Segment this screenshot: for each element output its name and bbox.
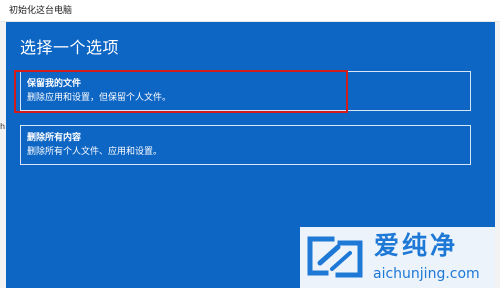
option-remove-everything[interactable]: 删除所有内容 删除所有个人文件、应用和设置。	[20, 125, 471, 165]
watermark-url: aichunjing.com	[373, 266, 480, 282]
window-titlebar: 初始化这台电脑	[0, 0, 500, 22]
option-description: 删除所有个人文件、应用和设置。	[27, 147, 163, 157]
watermark-site-name: 爱纯净	[374, 231, 459, 260]
aichunjing-logo-icon	[307, 236, 363, 278]
option-keep-my-files[interactable]: 保留我的文件 删除应用和设置，但保留个人文件。	[20, 71, 471, 111]
option-description: 删除应用和设置，但保留个人文件。	[27, 93, 172, 103]
option-title: 保留我的文件	[27, 79, 82, 89]
option-title: 删除所有内容	[27, 133, 82, 143]
window-title: 初始化这台电脑	[9, 6, 73, 16]
page-title: 选择一个选项	[20, 38, 120, 57]
background-window-edge-right	[495, 22, 500, 288]
